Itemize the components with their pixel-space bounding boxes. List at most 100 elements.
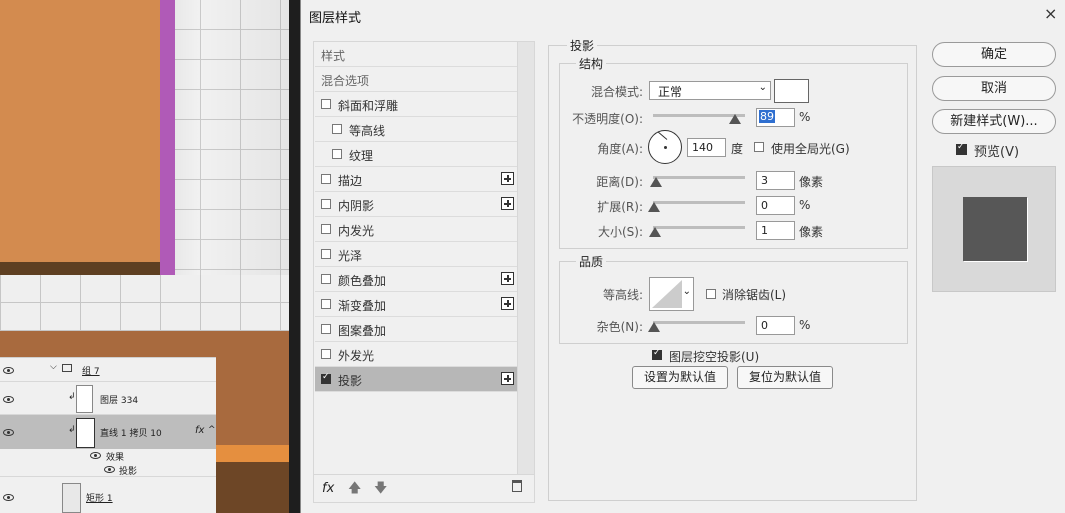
- opacity-slider-knob[interactable]: [729, 114, 741, 124]
- visibility-eye-icon[interactable]: [3, 396, 14, 403]
- add-effect-icon[interactable]: [501, 372, 514, 385]
- reset-default-button[interactable]: 复位为默认值: [737, 366, 833, 389]
- distance-unit: 像素: [799, 175, 824, 189]
- blend-mode-label: 混合模式:: [590, 85, 643, 99]
- visibility-eye-icon[interactable]: [90, 452, 101, 459]
- layer-row-selected[interactable]: ↲ 直线 1 拷贝 10 fx ^: [0, 415, 216, 449]
- preview-checkbox[interactable]: [956, 142, 967, 155]
- style-item-checkbox[interactable]: [321, 249, 331, 259]
- structure-title: 结构: [576, 55, 607, 72]
- layer-style-dialog: 图层样式 × 样式 混合选项 斜面和浮雕 等高线 纹理 描边 内阴影 内发光 光泽 颜色叠加渐…: [300, 0, 1065, 513]
- move-down-icon[interactable]: 🡇: [374, 479, 387, 501]
- style-item-checkbox[interactable]: [321, 349, 331, 359]
- chevron-down-icon[interactable]: ⌵: [50, 362, 57, 372]
- layer-thumbnail: [62, 483, 81, 513]
- style-item-checkbox[interactable]: [321, 199, 331, 209]
- visibility-eye-icon[interactable]: [3, 429, 14, 436]
- style-item-checkbox[interactable]: [321, 224, 331, 234]
- distance-input[interactable]: 3: [756, 171, 795, 190]
- style-item[interactable]: 图案叠加: [315, 317, 517, 342]
- spread-input[interactable]: 0: [756, 196, 795, 215]
- visibility-eye-icon[interactable]: [3, 494, 14, 501]
- style-list-header[interactable]: 样式: [315, 42, 517, 67]
- style-item[interactable]: 内发光: [315, 217, 517, 242]
- clip-arrow-icon: ↲: [68, 425, 76, 435]
- style-item-checkbox[interactable]: [321, 274, 331, 284]
- trash-icon[interactable]: [512, 480, 522, 492]
- spread-slider[interactable]: [653, 201, 745, 204]
- style-item[interactable]: 渐变叠加: [315, 292, 517, 317]
- fx-menu-button[interactable]: fx: [322, 481, 334, 496]
- style-item[interactable]: 纹理: [315, 142, 517, 167]
- quality-title: 品质: [576, 253, 607, 270]
- move-up-icon[interactable]: 🡅: [348, 479, 361, 501]
- effect-drop-shadow-row[interactable]: 投影: [0, 463, 216, 477]
- make-default-button[interactable]: 设置为默认值: [632, 366, 728, 389]
- style-item-checkbox[interactable]: [321, 372, 331, 384]
- style-item-label: 光泽: [338, 249, 363, 263]
- anti-alias-checkbox[interactable]: [706, 289, 716, 299]
- distance-slider[interactable]: [653, 176, 745, 179]
- layer-row[interactable]: 矩形 1: [0, 480, 216, 513]
- contour-label: 等高线:: [602, 288, 643, 302]
- close-icon[interactable]: ×: [1044, 4, 1057, 23]
- opacity-input[interactable]: 89: [756, 108, 795, 127]
- style-item[interactable]: 等高线: [315, 117, 517, 142]
- style-item[interactable]: 外发光: [315, 342, 517, 367]
- chevron-down-icon: ⌄: [682, 286, 691, 297]
- floor-dark-strip: [215, 462, 289, 513]
- size-slider[interactable]: [653, 226, 745, 229]
- angle-dial[interactable]: [648, 130, 682, 164]
- noise-slider[interactable]: [653, 321, 745, 324]
- cancel-button[interactable]: 取消: [932, 76, 1056, 101]
- angle-dial-center: [664, 146, 667, 149]
- size-slider-knob[interactable]: [649, 227, 661, 237]
- visibility-eye-icon[interactable]: [3, 367, 14, 374]
- style-item[interactable]: 内阴影: [315, 192, 517, 217]
- style-item-checkbox[interactable]: [321, 174, 331, 184]
- layer-row-group[interactable]: ⌵ 组 7: [0, 358, 216, 382]
- knockout-checkbox[interactable]: [652, 348, 662, 360]
- style-item-checkbox[interactable]: [321, 99, 331, 109]
- global-light-label: 使用全局光(G): [771, 142, 850, 156]
- ok-button[interactable]: 确定: [932, 42, 1056, 67]
- angle-input[interactable]: 140: [687, 138, 726, 157]
- fx-badge[interactable]: fx: [195, 425, 204, 436]
- distance-label: 距离(D):: [596, 175, 643, 189]
- spread-slider-knob[interactable]: [648, 202, 660, 212]
- shadow-color-swatch[interactable]: [774, 79, 809, 103]
- spread-label: 扩展(R):: [597, 200, 643, 214]
- style-item-checkbox[interactable]: [332, 124, 342, 134]
- effects-row[interactable]: 效果: [0, 449, 216, 463]
- visibility-eye-icon[interactable]: [104, 466, 115, 473]
- add-effect-icon[interactable]: [501, 197, 514, 210]
- add-effect-icon[interactable]: [501, 172, 514, 185]
- new-style-button[interactable]: 新建样式(W)...: [932, 109, 1056, 134]
- distance-slider-knob[interactable]: [650, 177, 662, 187]
- blend-options-item[interactable]: 混合选项: [315, 67, 517, 92]
- style-item[interactable]: 光泽: [315, 242, 517, 267]
- style-preview: [932, 166, 1056, 292]
- size-input[interactable]: 1: [756, 221, 795, 240]
- style-item-checkbox[interactable]: [321, 299, 331, 309]
- style-item-checkbox[interactable]: [321, 324, 331, 334]
- style-item[interactable]: 描边: [315, 167, 517, 192]
- blend-mode-select[interactable]: 正常 ⌄: [649, 81, 771, 100]
- contour-picker[interactable]: ⌄: [649, 277, 694, 311]
- style-item[interactable]: 颜色叠加: [315, 267, 517, 292]
- style-item[interactable]: 斜面和浮雕: [315, 92, 517, 117]
- noise-slider-knob[interactable]: [648, 322, 660, 332]
- style-item-checkbox[interactable]: [332, 149, 342, 159]
- document-canvas[interactable]: ⌵ 组 7 ↲ 图层 334 ↲ 直线 1 拷贝 10 fx ^ 效果 投影 矩…: [0, 0, 289, 513]
- noise-input[interactable]: 0: [756, 316, 795, 335]
- global-light-checkbox[interactable]: [754, 142, 764, 152]
- chevron-up-icon[interactable]: ^: [208, 425, 216, 435]
- purple-edge: [160, 0, 175, 275]
- style-item[interactable]: 投影: [315, 367, 517, 392]
- layer-row[interactable]: ↲ 图层 334: [0, 382, 216, 415]
- angle-dial-needle: [657, 131, 668, 140]
- add-effect-icon[interactable]: [501, 272, 514, 285]
- style-list-footer: fx 🡅 🡇: [314, 474, 534, 502]
- add-effect-icon[interactable]: [501, 297, 514, 310]
- style-list-scrollbar[interactable]: [517, 42, 534, 474]
